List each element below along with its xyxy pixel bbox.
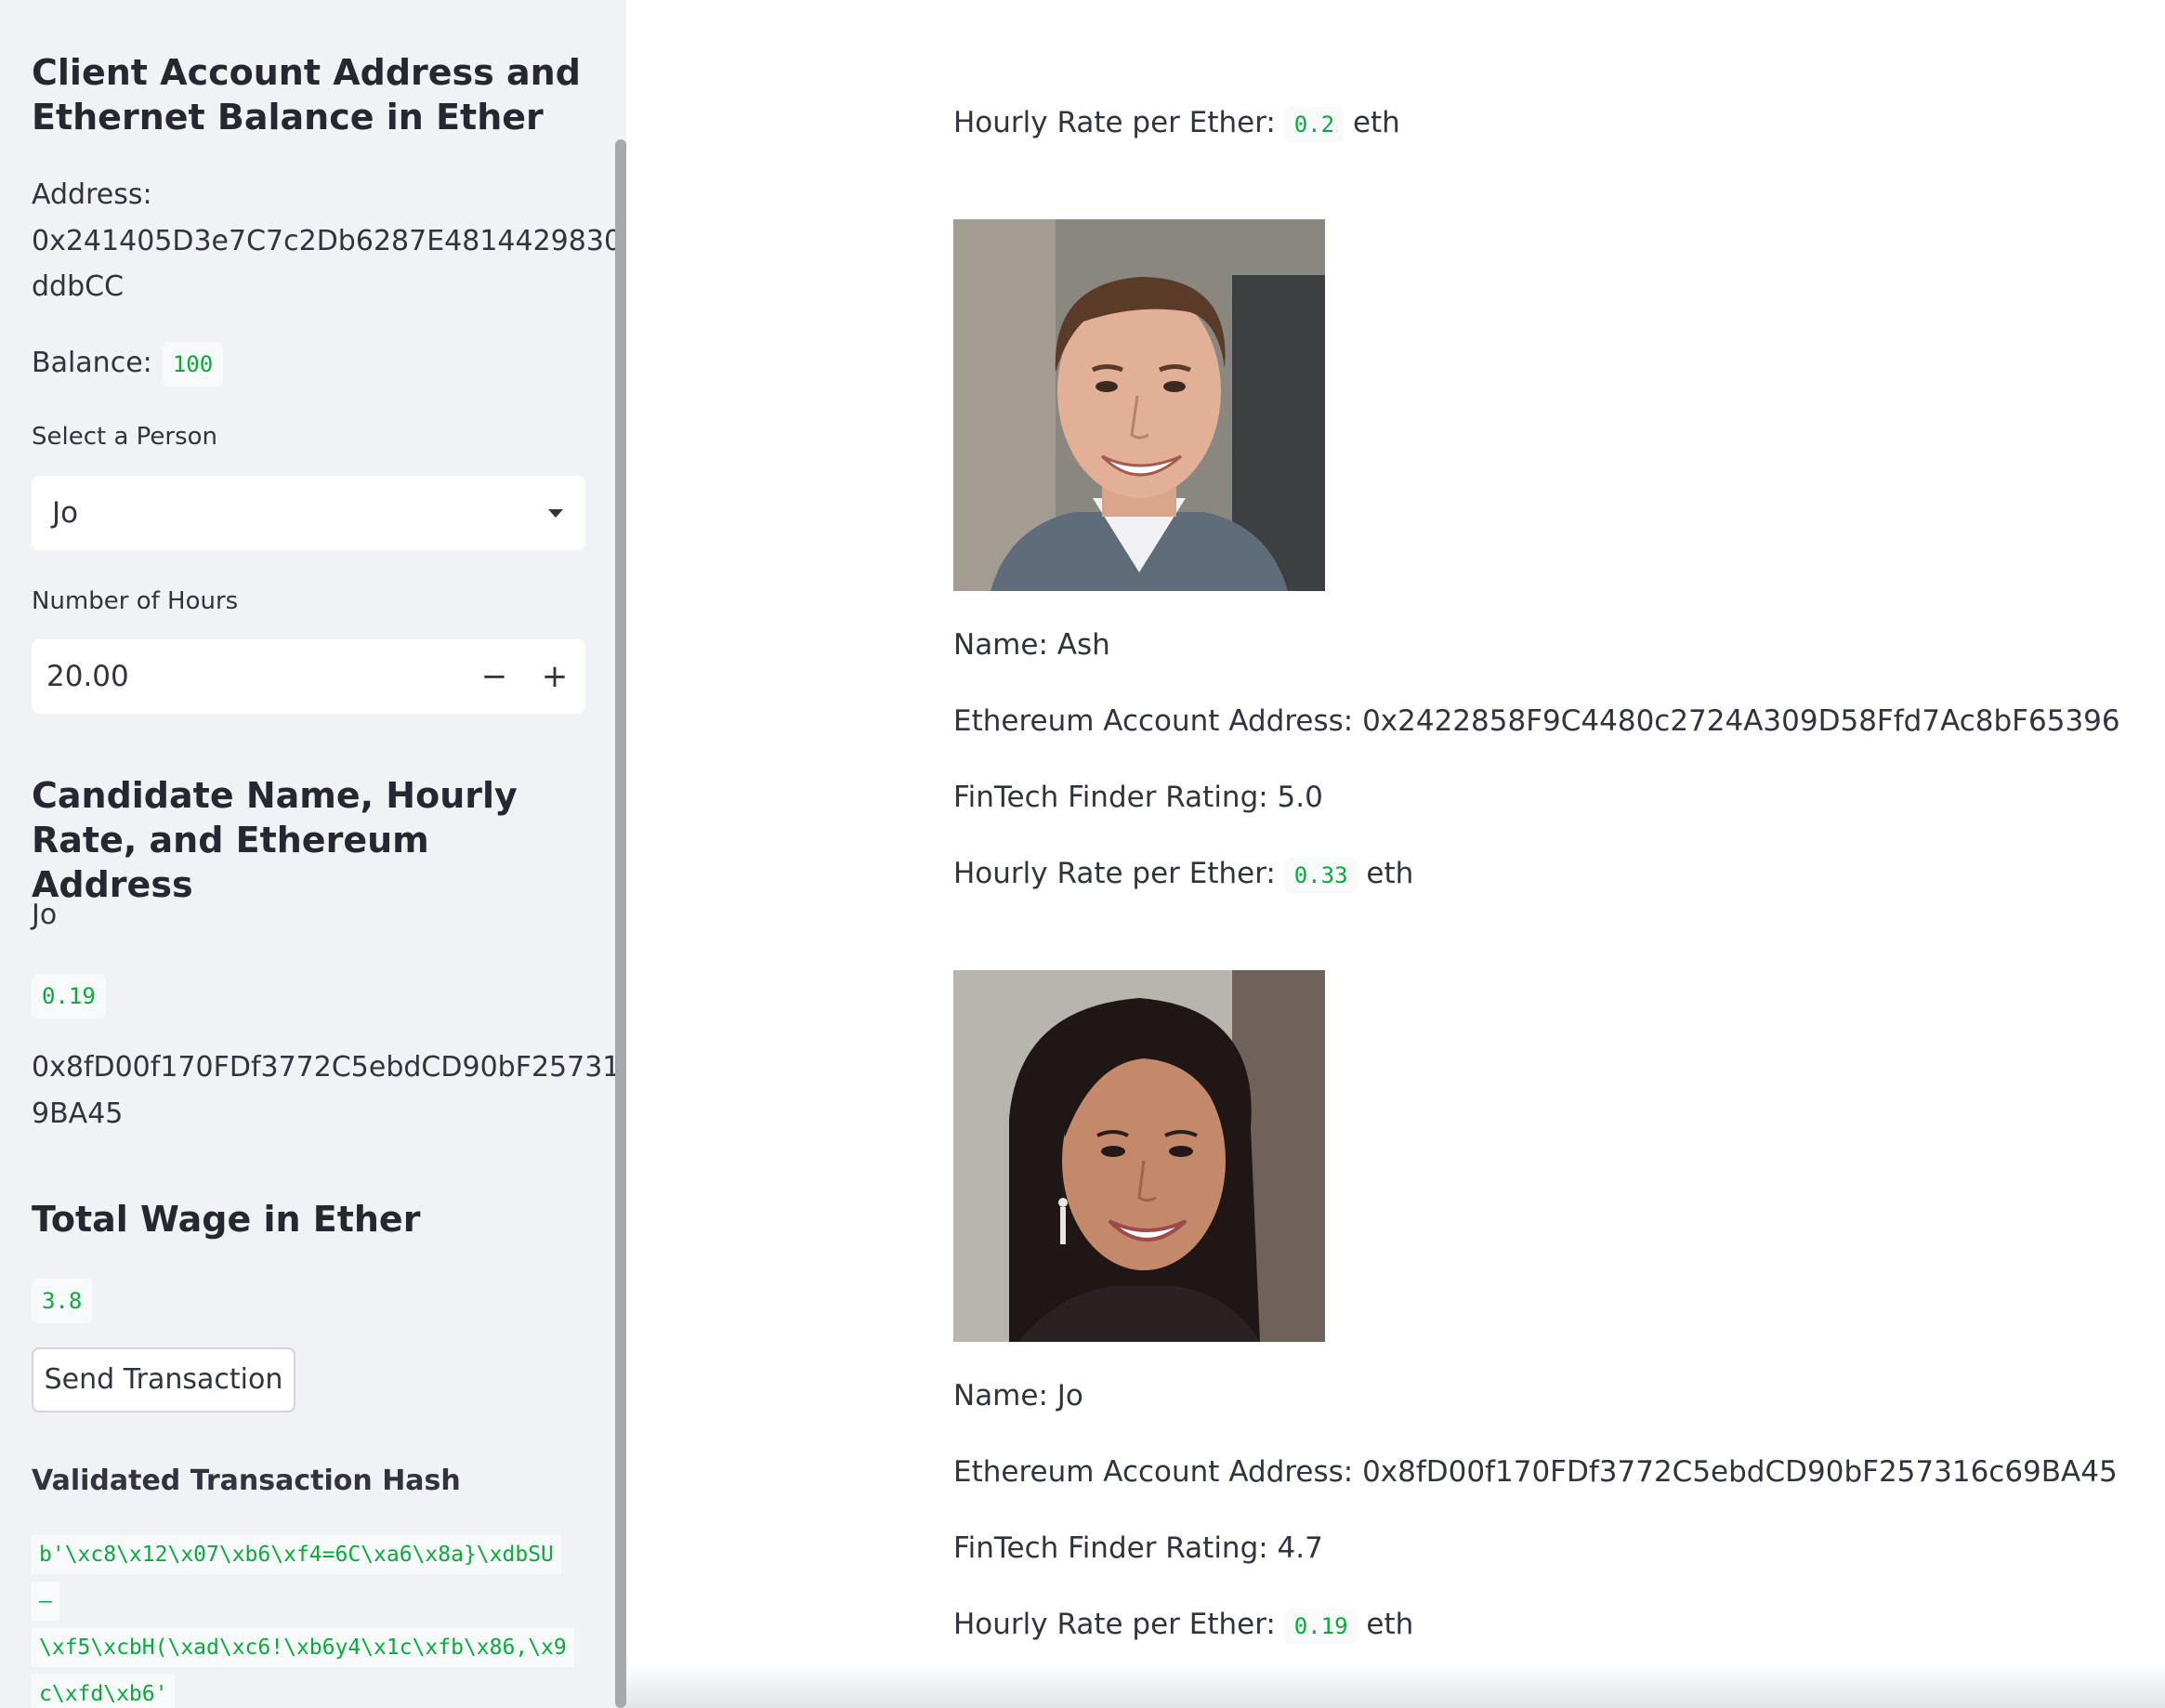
candidate-rate-label-jo: Hourly Rate per Ether: — [953, 1608, 1276, 1641]
candidate-rate-unit-jo: eth — [1366, 1608, 1414, 1641]
hash-line-3: \xf5\xcbH(\xad\xc6!\xb6y4\x1c\xfb\x86,\x… — [32, 1628, 574, 1667]
client-address-line-2: ddbCC — [32, 270, 125, 303]
client-address-line-1: 0x241405D3e7C7c2Db6287E4814429830f3b4 — [32, 225, 626, 257]
hours-input[interactable]: 20.00 — [46, 660, 129, 693]
candidate-rate-row: 0.19 — [32, 974, 106, 1018]
client-account-heading: Client Account Address and Ethernet Bala… — [32, 52, 581, 138]
candidate-rate-row-ash: Hourly Rate per Ether: 0.33 eth — [953, 853, 1413, 894]
sidebar: Client Account Address and Ethernet Bala… — [0, 0, 626, 1708]
candidate-name-jo: Name: Jo — [953, 1379, 1083, 1412]
candidate-address-ash: Ethereum Account Address: 0x2422858F9C44… — [953, 704, 2120, 738]
address-label: Address: — [32, 178, 152, 211]
candidate-rating-ash: FinTech Finder Rating: 5.0 — [953, 781, 1323, 814]
top-rate-unit: eth — [1352, 106, 1400, 139]
candidate-rate-value-ash: 0.33 — [1284, 857, 1358, 893]
select-person-label: Select a Person — [32, 423, 218, 451]
candidate-rate: 0.19 — [32, 974, 106, 1018]
candidate-photo-ash — [953, 219, 1325, 591]
hash-line-4: c\xfd\xb6' — [32, 1675, 176, 1708]
candidate-address-line-2: 9BA45 — [32, 1097, 124, 1130]
total-wage-row: 3.8 — [32, 1279, 93, 1323]
increment-button[interactable]: + — [527, 639, 583, 714]
total-wage-value: 3.8 — [32, 1279, 93, 1323]
balance-value: 100 — [162, 342, 224, 387]
top-rate-label: Hourly Rate per Ether: — [953, 106, 1276, 139]
candidate-address-line-1: 0x8fD00f170FDf3772C5ebdCD90bF257316c6 — [32, 1051, 626, 1084]
send-transaction-button[interactable]: Send Transaction — [32, 1347, 295, 1412]
balance-label: Balance: — [32, 347, 152, 379]
candidate-rate-value-jo: 0.19 — [1284, 1608, 1358, 1644]
total-wage-heading: Total Wage in Ether — [32, 1199, 421, 1240]
hours-stepper: 20.00 − + — [32, 639, 585, 714]
select-person-value: Jo — [52, 496, 79, 530]
candidate-name-ash: Name: Ash — [953, 628, 1110, 662]
top-rate-value: 0.2 — [1284, 106, 1345, 142]
candidate-rating-jo: FinTech Finder Rating: 4.7 — [953, 1531, 1323, 1565]
candidate-address-jo: Ethereum Account Address: 0x8fD00f170FDf… — [953, 1455, 2118, 1489]
hash-line-1: b'\xc8\x12\x07\xb6\xf4=6C\xa6\x8a}\xdbSU — [32, 1535, 561, 1574]
candidate-rate-row-jo: Hourly Rate per Ether: 0.19 eth — [953, 1604, 1413, 1645]
sidebar-scrollbar[interactable] — [615, 139, 626, 1708]
select-person-dropdown[interactable]: Jo — [32, 476, 585, 550]
candidate-heading: Candidate Name, Hourly Rate, and Ethereu… — [32, 775, 518, 905]
decrement-button[interactable]: − — [466, 639, 522, 714]
candidate-name: Jo — [32, 899, 58, 931]
chevron-down-icon — [548, 509, 563, 518]
bottom-shadow — [626, 1663, 2165, 1708]
candidate-photo-jo — [953, 970, 1325, 1342]
top-rate-row: Hourly Rate per Ether: 0.2 eth — [953, 102, 1400, 143]
hash-line-2: – — [32, 1582, 59, 1621]
main-content: Hourly Rate per Ether: 0.2 eth Name: Ash… — [626, 0, 2165, 1708]
hash-heading: Validated Transaction Hash — [32, 1465, 461, 1497]
candidate-rate-unit-ash: eth — [1366, 857, 1414, 890]
hours-label: Number of Hours — [32, 587, 239, 615]
balance-row: Balance: 100 — [32, 340, 224, 387]
candidate-rate-label-ash: Hourly Rate per Ether: — [953, 857, 1276, 890]
